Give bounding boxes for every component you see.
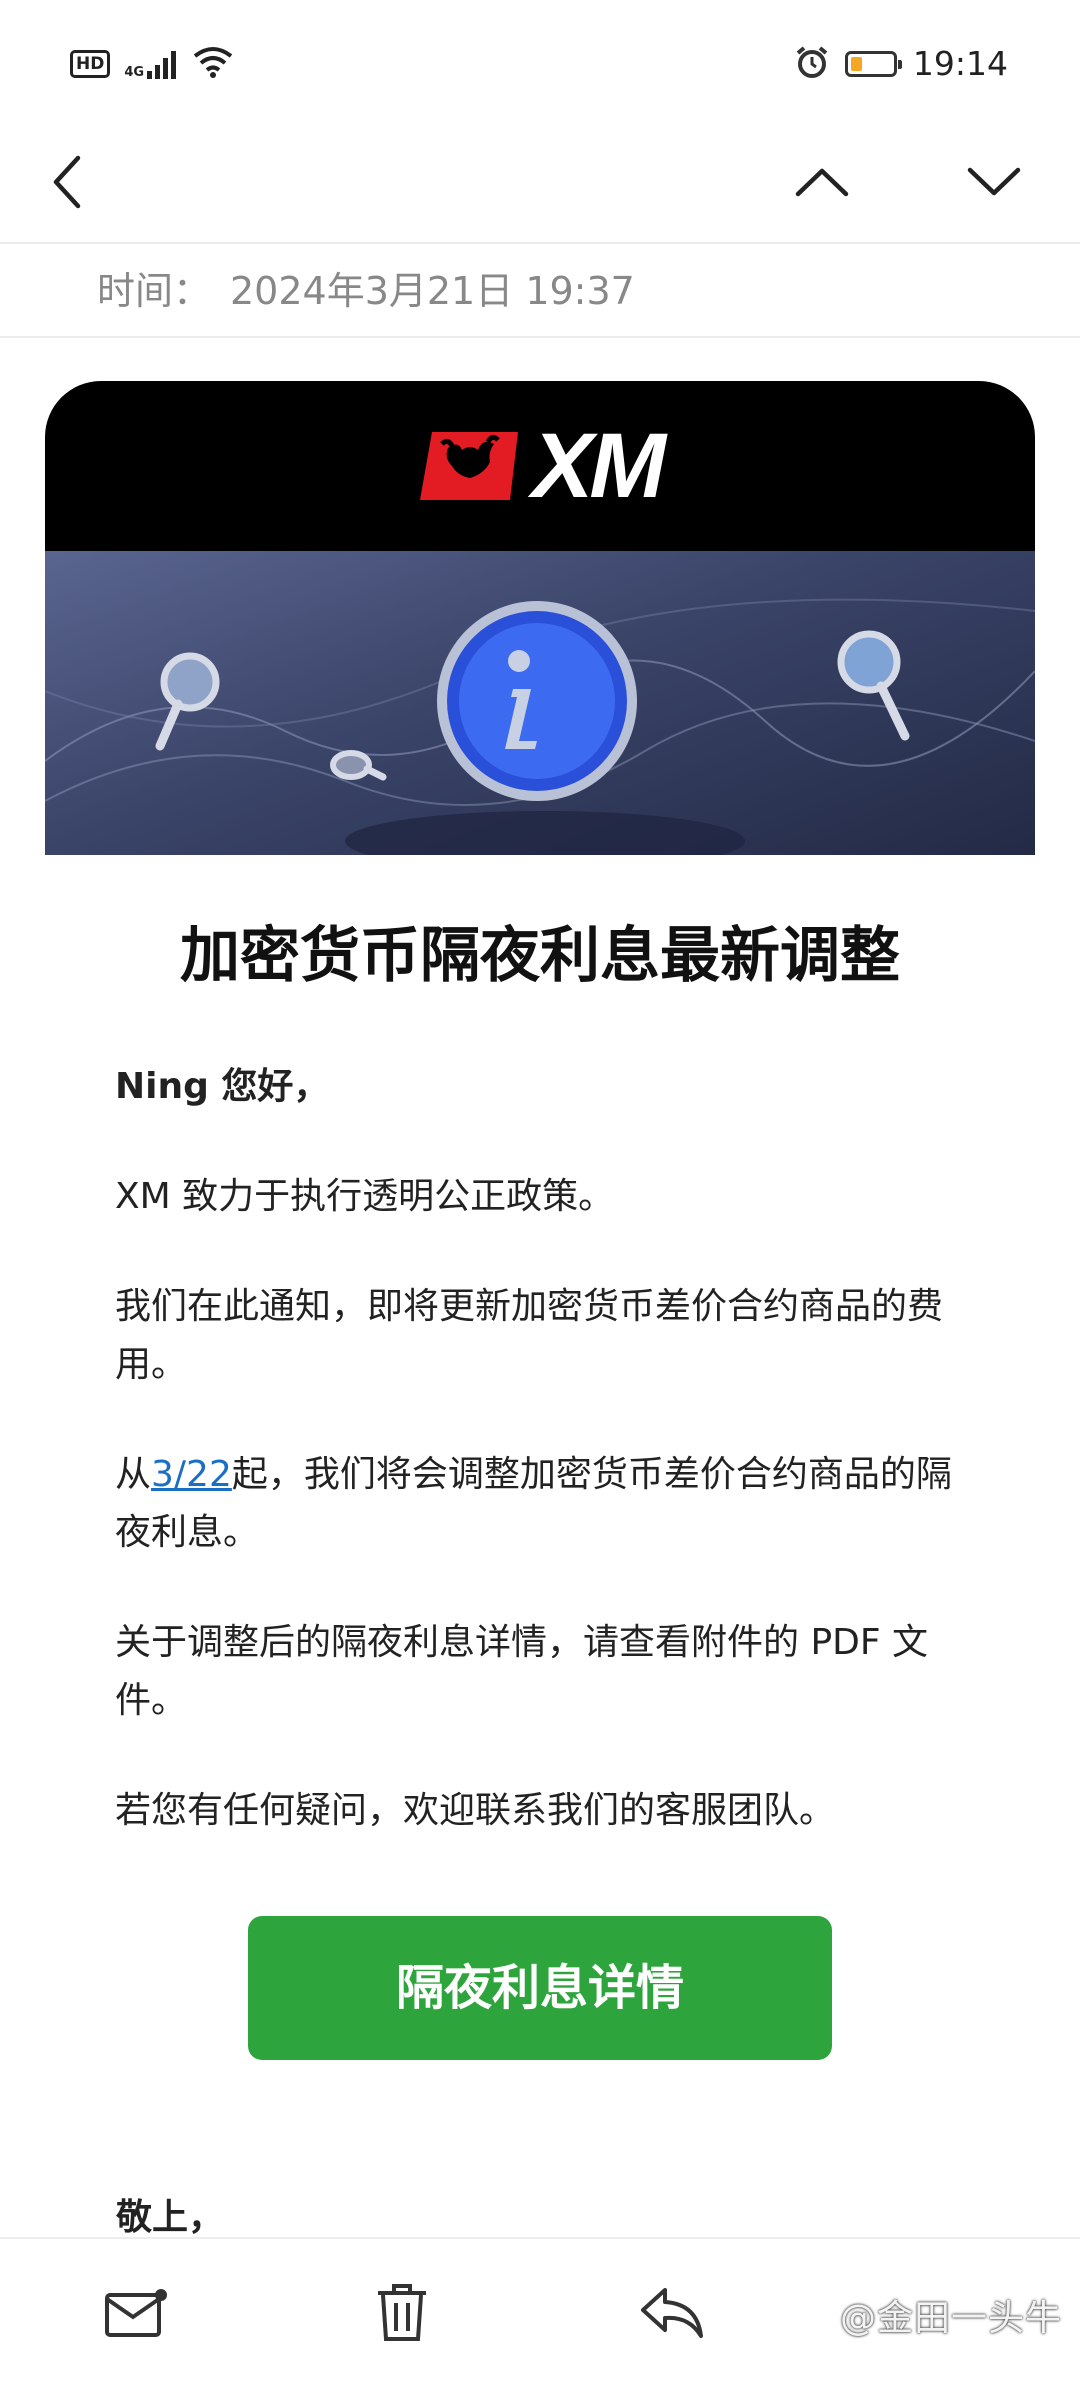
status-right: 19:14 <box>795 44 1008 83</box>
paragraph-3: 从3/22起，我们将会调整加密货币差价合约商品的隔夜利息。 <box>115 1454 952 1553</box>
email-body: XM 加密货币隔夜利息最新调整 Ning 您好， XM 致力于执行透明公正政策。… <box>45 381 1035 2060</box>
clock: 19:14 <box>912 44 1008 83</box>
delete-button[interactable] <box>366 2277 438 2349</box>
magnifier-icon <box>155 652 220 751</box>
time-label: 时间： <box>97 269 212 313</box>
alarm-icon <box>795 45 829 83</box>
greeting: Ning 您好， <box>115 1066 330 1107</box>
bottom-toolbar: @金田一头牛 <box>0 2237 1080 2390</box>
status-bar: HD 4G 19:14 <box>0 0 1080 130</box>
email-headline: 加密货币隔夜利息最新调整 <box>180 921 900 991</box>
signal-4g-icon: 4G <box>124 49 179 79</box>
paragraph-2: 我们在此通知，即将更新加密货币差价合约商品的费用。 <box>115 1286 944 1385</box>
chevron-up-icon <box>795 168 849 197</box>
mark-unread-button[interactable] <box>100 2277 172 2349</box>
reply-icon <box>641 2288 703 2338</box>
xm-logo: XM <box>418 414 666 519</box>
status-left: HD 4G <box>70 46 233 82</box>
email-content: Ning 您好， XM 致力于执行透明公正政策。 我们在此通知，即将更新加密货币… <box>45 1058 1035 1840</box>
chevron-down-icon <box>967 167 1021 196</box>
mail-icon <box>105 2289 167 2337</box>
brand-name: XM <box>532 414 666 517</box>
time-value: 2024年3月21日 19:37 <box>230 269 635 313</box>
overnight-interest-details-button[interactable]: 隔夜利息详情 <box>248 1916 832 2060</box>
wifi-icon <box>193 46 233 82</box>
reply-button[interactable] <box>636 2277 708 2349</box>
paragraph-4: 关于调整后的隔夜利息详情，请查看附件的 PDF 文件。 <box>115 1622 929 1721</box>
back-icon <box>53 155 81 209</box>
info-icon <box>437 601 637 801</box>
magnifier-icon <box>837 630 910 741</box>
date-link[interactable]: 3/22 <box>151 1454 232 1495</box>
previous-email-button[interactable] <box>782 142 862 222</box>
email-time-row: 时间： 2024年3月21日 19:37 <box>0 244 1080 338</box>
battery-icon <box>844 50 902 77</box>
bull-logo-icon <box>420 432 518 500</box>
paragraph-5: 若您有任何疑问，欢迎联系我们的客服团队。 <box>115 1790 836 1831</box>
paragraph-1: XM 致力于执行透明公正政策。 <box>115 1176 615 1217</box>
watermark: @金田一头牛 <box>839 2298 1062 2339</box>
magnifier-icon <box>330 750 387 781</box>
hd-icon: HD <box>70 50 111 78</box>
back-button[interactable] <box>28 142 108 222</box>
email-banner-header: XM <box>45 381 1035 551</box>
banner-illustration <box>45 551 1035 855</box>
email-nav-bar <box>0 130 1080 244</box>
signoff: 敬上， <box>116 2197 225 2238</box>
trash-icon <box>378 2284 426 2341</box>
next-email-button[interactable] <box>954 142 1034 222</box>
